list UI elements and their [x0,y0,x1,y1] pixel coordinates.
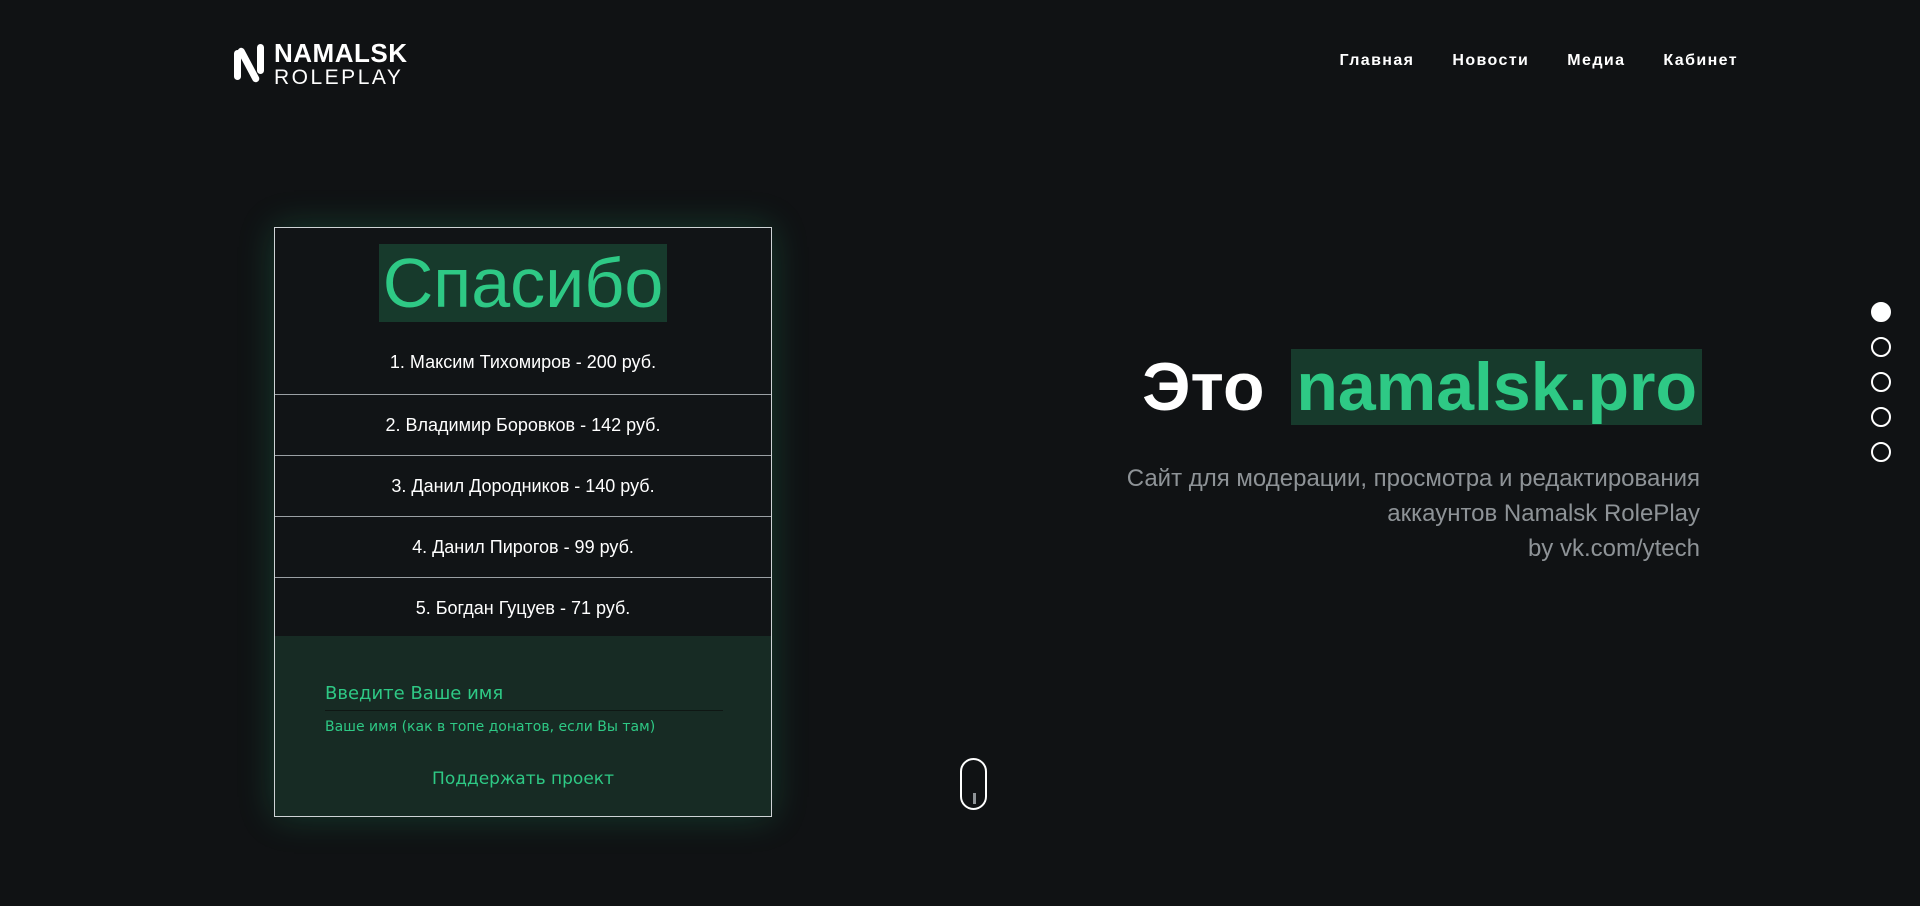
logo-text: NAMALSK ROLEPLAY [274,40,408,88]
nav-link-news[interactable]: Новости [1452,52,1529,70]
support-project-button[interactable]: Поддержать проект [275,769,771,789]
logo-title: NAMALSK [274,38,408,68]
hero-subtitle-line: Сайт для модерации, просмотра и редактир… [1126,465,1700,492]
logo-subtitle: ROLEPLAY [274,66,404,89]
hero-subtitle: Сайт для модерации, просмотра и редактир… [1127,461,1700,566]
donors-card-header: Спасибо 1. Максим Тихомиров - 200 руб. [275,228,771,395]
donors-card: Спасибо 1. Максим Тихомиров - 200 руб. 2… [274,227,772,817]
donor-row: 4. Данил Пирогов - 99 руб. [275,517,771,578]
hero-subtitle-line: by vk.com/ytech [1527,535,1700,562]
hero-title-prefix: Это [1142,349,1265,425]
section-dots [1871,302,1891,462]
donate-form: Ваше имя (как в топе донатов, если Вы та… [275,636,771,816]
section-dot-5[interactable] [1871,442,1891,462]
section-dot-2[interactable] [1871,337,1891,357]
section-dot-4[interactable] [1871,407,1891,427]
donor-row: 3. Данил Дородников - 140 руб. [275,456,771,517]
donors-title: Спасибо [378,244,668,322]
donor-name-input[interactable] [325,676,723,711]
nav-link-home[interactable]: Главная [1340,52,1415,70]
section-dot-1[interactable] [1871,302,1891,322]
page: NAMALSK ROLEPLAY Главная Новости Медиа К… [0,0,1920,906]
site-logo[interactable]: NAMALSK ROLEPLAY [232,40,408,88]
scroll-down-mouse-icon[interactable] [960,758,987,810]
donor-row: 5. Богдан Гуцуев - 71 руб. [275,578,771,639]
logo-mark-icon [234,44,264,83]
mouse-wheel-indicator [973,793,976,804]
hero-title-highlight: namalsk.pro [1291,349,1702,425]
donor-name-hint: Ваше имя (как в топе донатов, если Вы та… [325,719,656,735]
donor-row: 2. Владимир Боровков - 142 руб. [275,395,771,456]
section-dot-3[interactable] [1871,372,1891,392]
hero-subtitle-line: аккаунтов Namalsk RolePlay [1387,500,1700,527]
hero-title: Это namalsk.pro [1142,348,1702,426]
donor-row: 1. Максим Тихомиров - 200 руб. [389,352,657,372]
nav-link-cabinet[interactable]: Кабинет [1663,52,1738,70]
nav-link-media[interactable]: Медиа [1567,52,1625,70]
main-nav: Главная Новости Медиа Кабинет [1340,52,1738,70]
